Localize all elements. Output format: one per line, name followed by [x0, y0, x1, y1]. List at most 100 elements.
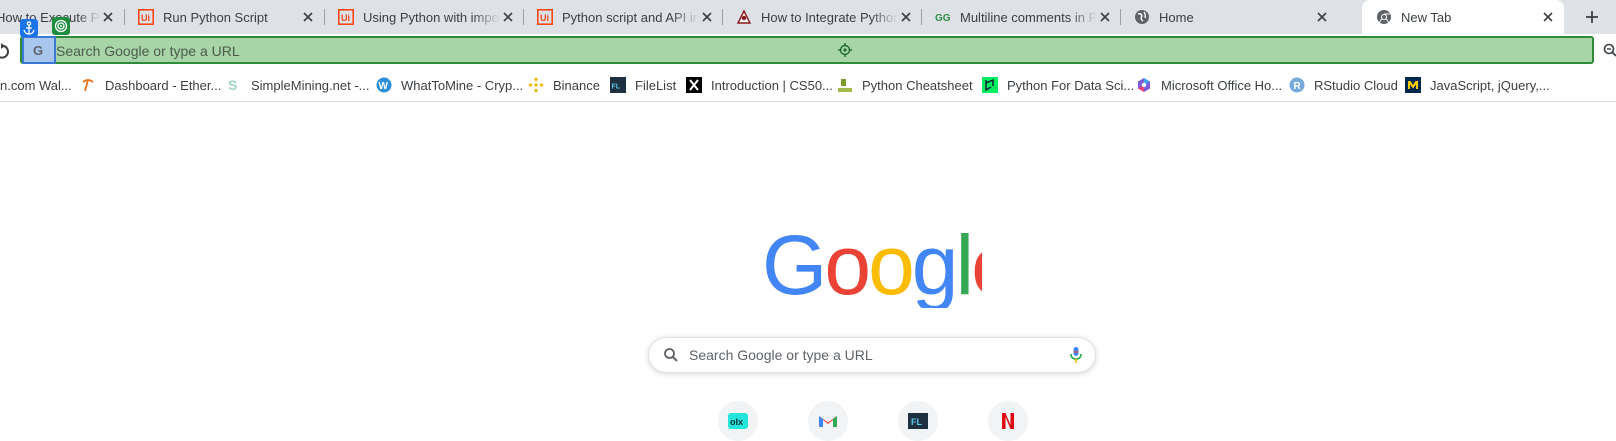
globe-icon — [1134, 9, 1150, 25]
shortcut-olx[interactable]: olx — [718, 401, 758, 441]
svg-text:R: R — [1294, 81, 1302, 92]
google-logo-letter: o — [868, 228, 912, 308]
new-tab-button[interactable] — [1578, 4, 1606, 30]
bookmark-javascript-jquery[interactable]: JavaScript, jQuery,... — [1405, 76, 1550, 94]
close-tab-icon[interactable] — [300, 9, 316, 25]
close-tab-icon[interactable] — [699, 9, 715, 25]
tab-how-to-integrate-python[interactable]: How to Integrate Python with — [732, 0, 922, 34]
bookmark-wallet[interactable]: n.com Wal... — [0, 76, 72, 94]
tab-run-python-script[interactable]: Ui Run Python Script — [134, 0, 324, 34]
tab-divider — [1120, 9, 1121, 25]
tab-new-tab[interactable]: New Tab — [1362, 0, 1564, 34]
shortcut-gmail[interactable] — [808, 401, 848, 441]
tab-title: Python script and API integration — [562, 9, 699, 25]
tab-divider — [722, 9, 723, 25]
omnibox-input[interactable]: Search Google or type a URL — [56, 43, 240, 59]
google-logo-letter: e — [971, 228, 982, 308]
office-icon — [1136, 77, 1152, 93]
toolbar: G Search Google or type a URL — [0, 34, 1616, 68]
uipath-icon: Ui — [537, 9, 553, 25]
bookmark-label: RStudio Cloud — [1314, 77, 1398, 93]
google-logo-letter: g — [912, 228, 956, 308]
svg-text:S: S — [228, 77, 237, 93]
chrome-icon — [1376, 9, 1392, 25]
ntp-search-input[interactable]: Search Google or type a URL — [689, 347, 873, 363]
anchor-icon — [20, 19, 38, 37]
bookmark-rstudio-cloud[interactable]: R RStudio Cloud — [1289, 76, 1398, 94]
close-tab-icon[interactable] — [500, 9, 516, 25]
close-tab-icon[interactable] — [1314, 9, 1330, 25]
uipath-icon: Ui — [138, 9, 154, 25]
google-logo-letter: G — [762, 228, 824, 308]
bookmarks-bar: n.com Wal... Dashboard - Ether... S Simp… — [0, 68, 1616, 102]
pickaxe-icon — [80, 77, 96, 93]
uipath-icon: Ui — [338, 9, 354, 25]
olx-icon: olx — [728, 413, 748, 429]
crosshair-icon — [838, 43, 852, 57]
shortcut-filelist[interactable]: FL — [898, 401, 938, 441]
bookmark-microsoft-office[interactable]: Microsoft Office Ho... — [1136, 76, 1282, 94]
bookmark-label: Introduction | CS50... — [711, 77, 833, 93]
netflix-icon — [1002, 413, 1014, 429]
bookmark-label: Dashboard - Ether... — [105, 77, 222, 93]
svg-text:FL: FL — [612, 84, 621, 91]
plus-icon — [1586, 11, 1598, 23]
bookmark-label: Microsoft Office Ho... — [1161, 77, 1283, 93]
tab-strip: How to Execute Python Ui Run Python Scri… — [0, 0, 1616, 34]
tab-title: Multiline comments in Python — [960, 9, 1097, 25]
svg-text:Ui: Ui — [141, 13, 150, 23]
simplemining-icon: S — [226, 77, 242, 93]
omnibox[interactable]: G Search Google or type a URL — [20, 36, 1594, 64]
svg-text:W: W — [379, 81, 389, 92]
bookmark-cs50[interactable]: Introduction | CS50... — [686, 76, 833, 94]
bookmark-filelist[interactable]: FL FileList — [610, 76, 676, 94]
close-tab-icon[interactable] — [1540, 9, 1556, 25]
google-logo-letter: l — [956, 228, 972, 308]
tab-divider — [124, 9, 125, 25]
geeksforgeeks-icon: GG — [935, 9, 951, 25]
bookmark-label: n.com Wal... — [0, 77, 72, 93]
ntp-search-box[interactable]: Search Google or type a URL — [648, 337, 1096, 373]
bookmark-binance[interactable]: Binance — [528, 76, 600, 94]
svg-text:G: G — [33, 43, 43, 57]
bookmark-label: Python For Data Sci... — [1007, 77, 1135, 93]
shortcut-netflix[interactable] — [988, 401, 1028, 441]
search-icon — [664, 348, 678, 362]
close-tab-icon[interactable] — [1097, 9, 1113, 25]
tab-title: How to Integrate Python with — [761, 9, 898, 25]
bookmark-label: Python Cheatsheet — [862, 77, 973, 93]
svg-text:olx: olx — [730, 417, 743, 427]
reload-icon[interactable] — [0, 42, 10, 60]
microphone-icon[interactable] — [1069, 346, 1083, 364]
whattomine-icon: W — [376, 77, 392, 93]
tab-multiline-comments[interactable]: GG Multiline comments in Python — [931, 0, 1121, 34]
svg-text:GG: GG — [935, 13, 951, 24]
tab-divider — [921, 9, 922, 25]
gmail-icon — [819, 416, 837, 427]
tab-divider — [324, 9, 325, 25]
bookmark-label: Binance — [553, 77, 600, 93]
tab-home[interactable]: Home — [1130, 0, 1338, 34]
zoom-icon[interactable] — [1603, 43, 1616, 57]
tab-python-script-api[interactable]: Ui Python script and API integration — [533, 0, 723, 34]
close-tab-icon[interactable] — [100, 9, 116, 25]
bookmark-dashboard-ether[interactable]: Dashboard - Ether... — [80, 76, 221, 94]
bookmark-simplemining[interactable]: S SimpleMining.net -... — [226, 76, 370, 94]
rstudio-icon: R — [1289, 77, 1305, 93]
google-logo-letter: o — [824, 228, 868, 308]
google-logo: Google — [762, 228, 982, 308]
tab-title: Home — [1159, 9, 1194, 25]
svg-text:FL: FL — [911, 417, 922, 427]
close-tab-icon[interactable] — [898, 9, 914, 25]
google-g-icon: G — [22, 36, 56, 64]
bookmark-label: SimpleMining.net -... — [251, 77, 370, 93]
datacamp-icon — [982, 77, 998, 93]
integrate-icon — [736, 9, 752, 25]
binance-icon — [528, 77, 544, 93]
tab-using-python-with-imports[interactable]: Ui Using Python with imports — [334, 0, 524, 34]
bookmark-whattomine[interactable]: W WhatToMine - Cryp... — [376, 76, 523, 94]
bookmark-label: WhatToMine - Cryp... — [401, 77, 524, 93]
svg-text:Google: Google — [762, 228, 982, 308]
bookmark-python-data-science[interactable]: Python For Data Sci... — [982, 76, 1134, 94]
bookmark-python-cheatsheet[interactable]: Python Cheatsheet — [837, 76, 973, 94]
